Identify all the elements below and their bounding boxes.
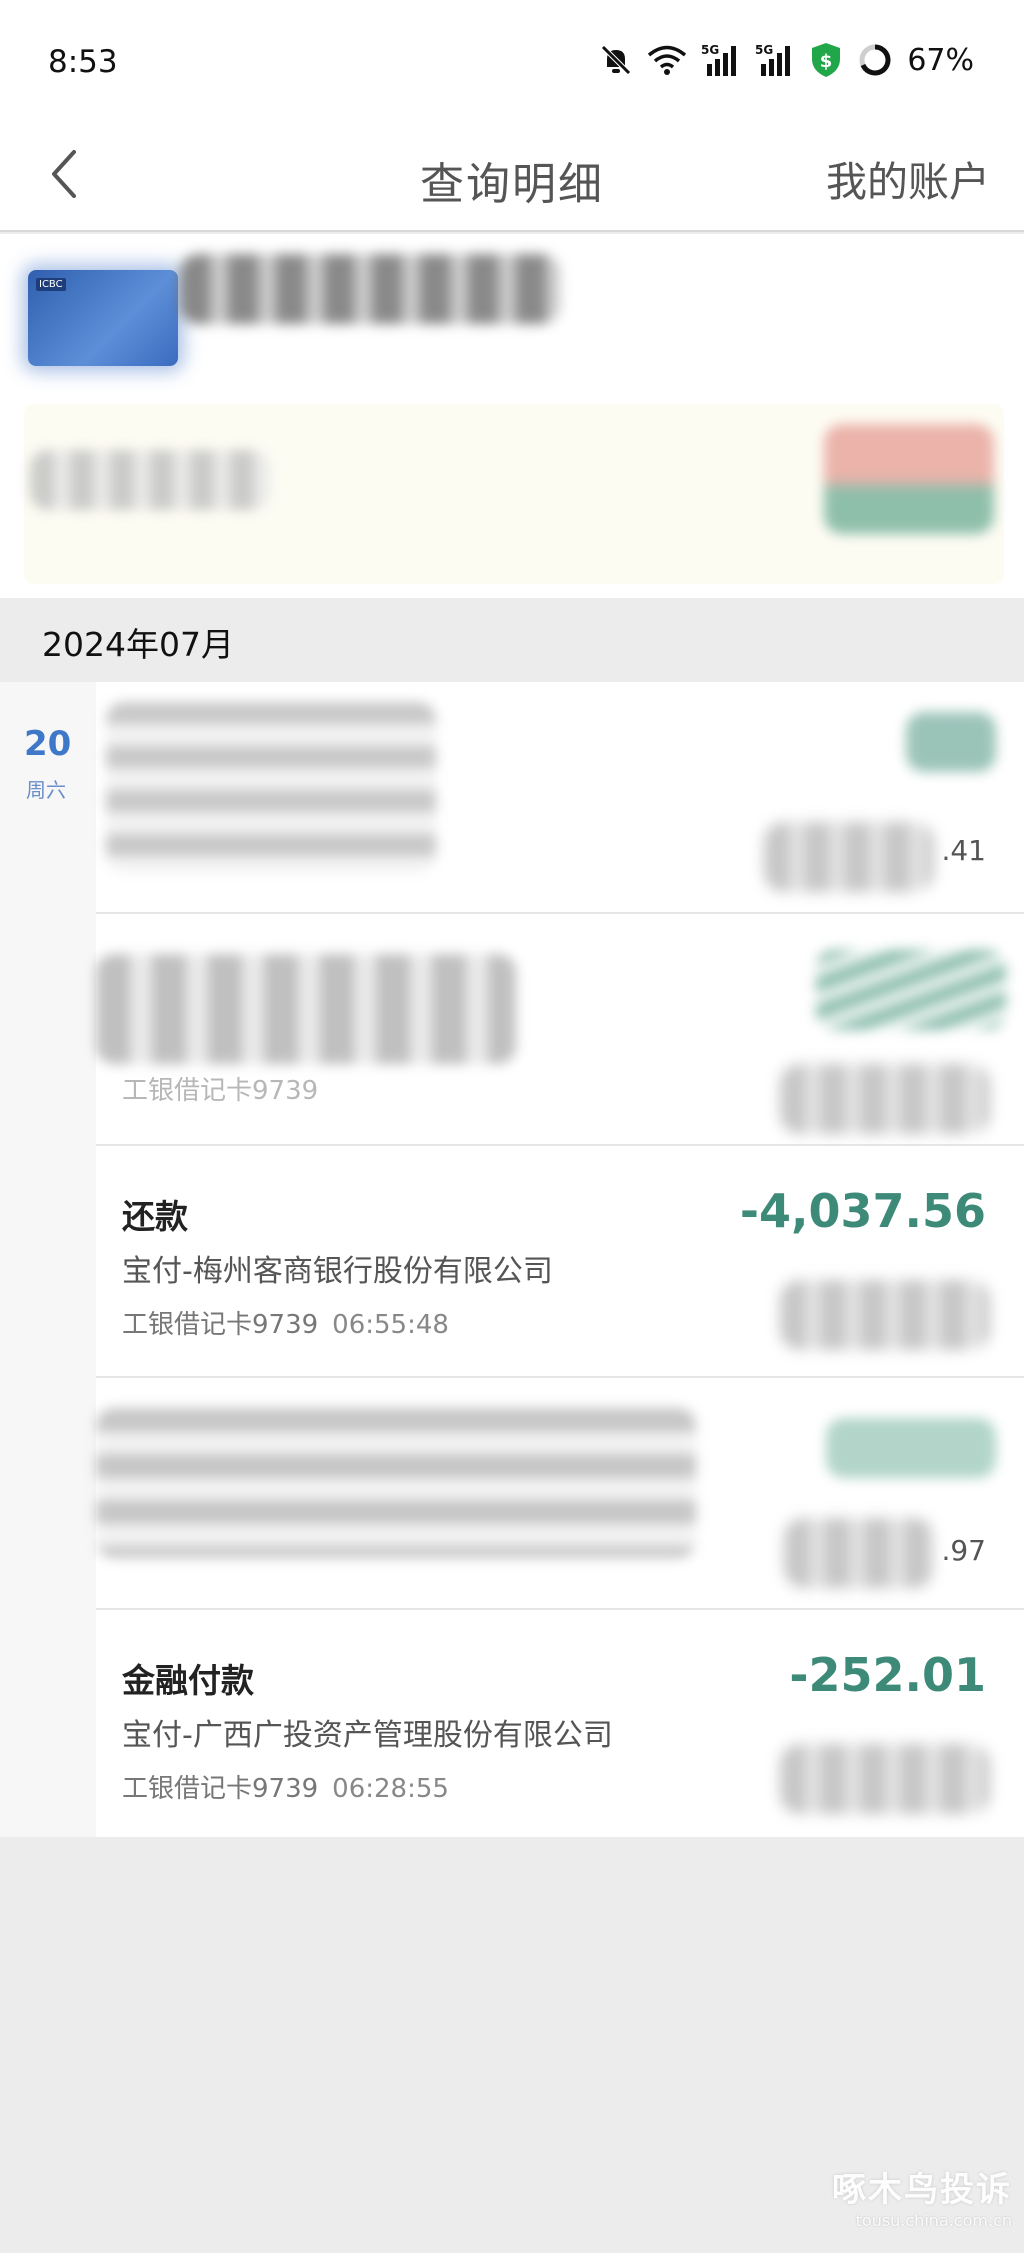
transaction-row-redacted[interactable]: .41 bbox=[96, 682, 1024, 914]
transaction-account: 工银借记卡9739 bbox=[122, 1310, 319, 1340]
screen: 8:53 5G 5G $ 67% 查询明细 我的账户 ICBC 2024年07月… bbox=[0, 0, 1024, 2253]
transaction-row[interactable]: 还款 宝付-梅州客商银行股份有限公司 工银借记卡9739 06:55:48 -4,… bbox=[96, 1146, 1024, 1378]
redacted-balance bbox=[780, 1280, 990, 1350]
redacted-account-text: 工银借记卡9739 bbox=[122, 1076, 319, 1106]
transaction-list: 20 周六 .41 工银借记卡9739 还款 宝付-梅州客商银行股份有限公司 工… bbox=[0, 682, 1024, 1842]
transaction-time: 06:28:55 bbox=[332, 1774, 449, 1804]
transaction-time: 06:55:48 bbox=[332, 1310, 449, 1340]
watermark: 啄木鸟投诉 tousu.china.com.cn bbox=[832, 2162, 1012, 2230]
bank-card-image: ICBC bbox=[28, 270, 178, 366]
redacted-balance bbox=[764, 822, 934, 892]
transaction-meta: 工银借记卡9739 06:28:55 bbox=[122, 1768, 449, 1805]
shield-dollar-icon: $ bbox=[812, 43, 841, 77]
transaction-type: 还款 bbox=[122, 1197, 188, 1236]
redacted-amount bbox=[906, 712, 996, 772]
nav-bar: 查询明细 我的账户 bbox=[0, 122, 1024, 232]
account-summary-strip bbox=[24, 404, 1004, 584]
battery-ring-icon bbox=[859, 44, 891, 76]
redacted-details bbox=[96, 1408, 696, 1558]
date-day: 20 bbox=[24, 724, 72, 764]
battery-percent: 67% bbox=[907, 42, 974, 78]
svg-text:5G: 5G bbox=[701, 43, 719, 57]
watermark-sub: tousu.china.com.cn bbox=[855, 2211, 1012, 2230]
svg-text:$: $ bbox=[820, 51, 833, 72]
redacted-balance bbox=[780, 1744, 990, 1814]
transaction-account: 工银借记卡9739 bbox=[122, 1774, 319, 1804]
date-column: 20 周六 bbox=[0, 682, 96, 1837]
redacted-balance bbox=[780, 1064, 990, 1134]
account-card-area[interactable]: ICBC bbox=[0, 234, 1024, 598]
transaction-merchant: 宝付-广西广投资产管理股份有限公司 bbox=[122, 1718, 613, 1753]
month-label: 2024年07月 bbox=[42, 625, 234, 664]
redacted-balance bbox=[784, 1518, 934, 1588]
redacted-amount bbox=[826, 1418, 996, 1478]
transaction-type: 金融付款 bbox=[122, 1661, 254, 1700]
wifi-icon bbox=[648, 45, 687, 75]
transaction-row-redacted[interactable]: 工银借记卡9739 bbox=[96, 914, 1024, 1146]
redacted-details bbox=[106, 702, 436, 872]
watermark-main: 啄木鸟投诉 bbox=[832, 2170, 1012, 2210]
transaction-meta: 工银借记卡9739 06:55:48 bbox=[122, 1304, 449, 1341]
transaction-merchant: 宝付-梅州客商银行股份有限公司 bbox=[122, 1254, 553, 1289]
date-weekday: 周六 bbox=[26, 778, 66, 802]
transaction-row-redacted[interactable]: .97 bbox=[96, 1378, 1024, 1610]
bank-logo: ICBC bbox=[36, 278, 66, 291]
redacted-amount bbox=[816, 950, 1006, 1030]
status-bar: 8:53 5G 5G $ 67% bbox=[0, 0, 1024, 122]
redacted-summary-right bbox=[824, 424, 994, 534]
svg-text:5G: 5G bbox=[755, 43, 773, 57]
redacted-details bbox=[96, 954, 516, 1064]
bell-off-icon bbox=[601, 45, 632, 75]
transaction-amount: -252.01 bbox=[789, 1648, 986, 1702]
month-section-header: 2024年07月 bbox=[0, 598, 1024, 682]
transaction-row[interactable]: 金融付款 宝付-广西广投资产管理股份有限公司 工银借记卡9739 06:28:55… bbox=[96, 1610, 1024, 1842]
status-icons: 5G 5G $ 67% bbox=[599, 40, 974, 80]
redacted-account-name bbox=[180, 254, 560, 324]
redacted-summary-left bbox=[30, 450, 270, 510]
5g-signal-icon: 5G bbox=[701, 43, 737, 76]
transaction-amount: -4,037.56 bbox=[739, 1184, 986, 1238]
balance-fragment: .97 bbox=[941, 1534, 986, 1567]
5g-signal-icon: 5G bbox=[755, 43, 791, 76]
status-time: 8:53 bbox=[48, 44, 118, 80]
my-account-link[interactable]: 我的账户 bbox=[826, 148, 990, 208]
balance-fragment: .41 bbox=[941, 834, 986, 867]
